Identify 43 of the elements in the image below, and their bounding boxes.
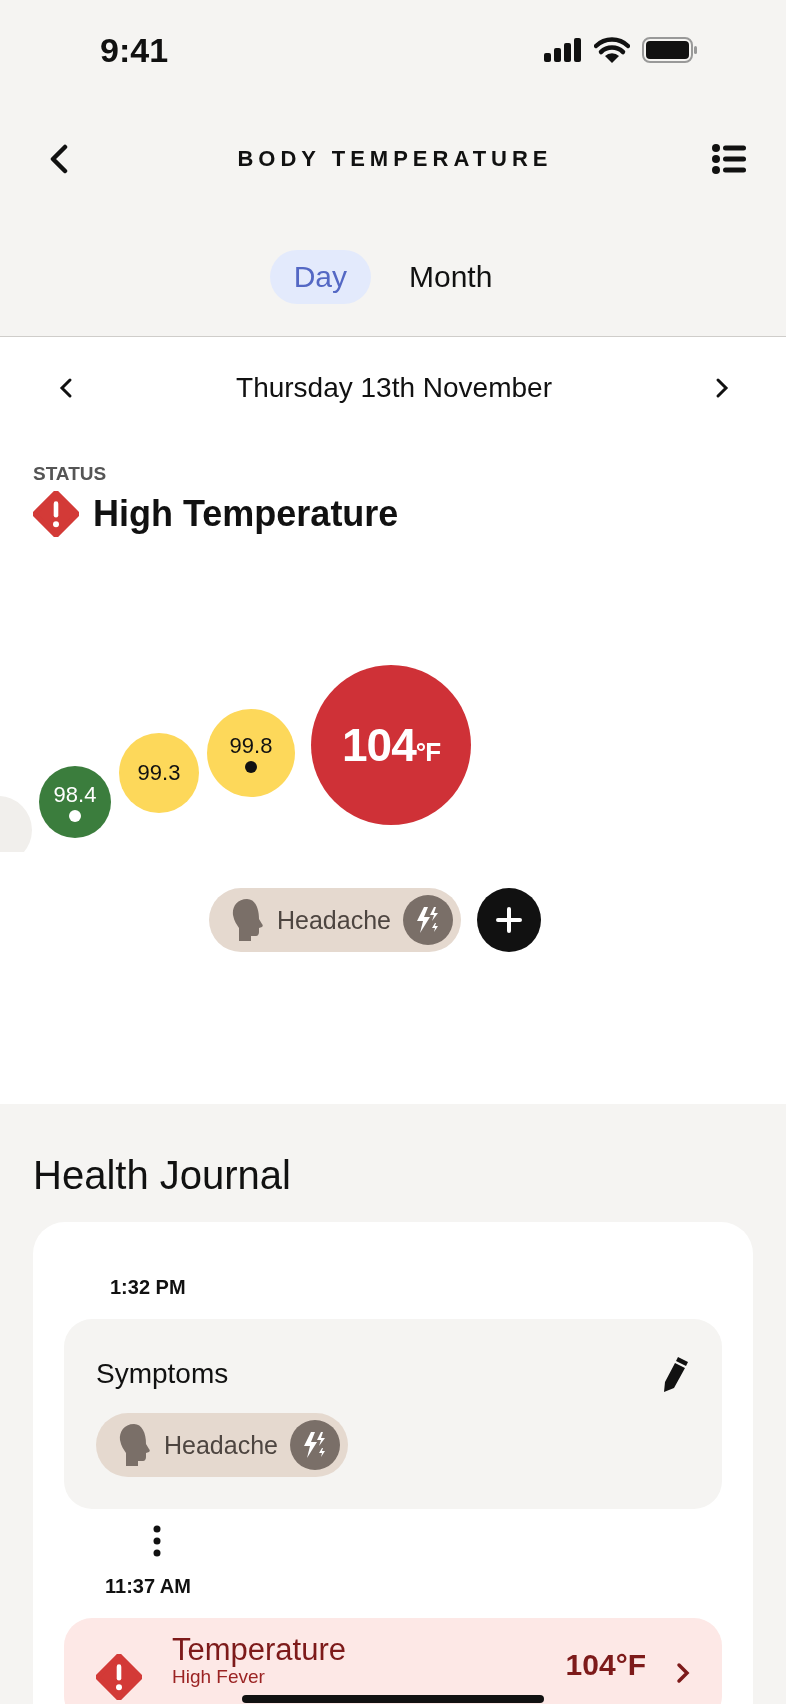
clock-time: 9:41 [100,30,169,70]
entry-time: 1:32 PM [109,1276,187,1299]
reading-bubble[interactable]: 104°F [311,665,471,825]
status-value: High Temperature [93,493,399,535]
reading-value: 98.4 [53,782,97,808]
section-title: Health Journal [33,1153,292,1198]
symptom-chip[interactable]: Headache [96,1413,348,1477]
reading-bubble[interactable]: 99.8 [207,709,295,797]
alert-icon [96,1654,142,1700]
signal-icon [544,38,582,62]
reading-value: 104°F [342,718,440,772]
reading-value: 99.8 [229,733,273,759]
temperature-value: 104°F [565,1648,646,1682]
status-label: STATUS [32,463,108,485]
card-subtitle: High Fever [172,1666,265,1688]
symptoms-card[interactable]: Symptoms Headache [64,1319,722,1509]
head-icon [118,1423,152,1467]
reading-bubble[interactable]: 99.3 [119,733,199,813]
symptom-label: Headache [164,1430,278,1460]
symptom-chip[interactable]: Headache [209,888,461,952]
wifi-icon [594,37,630,63]
chevron-right-icon [676,1662,690,1684]
head-icon [231,898,265,942]
chevron-left-icon [58,377,74,399]
card-title: Symptoms [96,1358,229,1390]
battery-icon [642,37,698,63]
lightning-icon [403,895,453,945]
reading-bubble[interactable]: 98.4 [39,766,111,838]
symptom-label: Headache [277,905,391,935]
screen-title: BODY TEMPERATURE [237,145,553,172]
alert-icon [33,491,79,537]
more-vertical-icon [152,1525,162,1557]
period-tab[interactable]: Day [269,249,371,304]
card-title: Temperature [172,1634,348,1666]
date-label: Thursday 13th November [236,372,552,404]
plus-icon [495,906,523,934]
chevron-right-icon [714,377,730,399]
entry-time: 11:37 AM [104,1575,192,1598]
temperature-card[interactable]: Temperature High Fever 104°F [64,1618,722,1704]
reading-value: 99.3 [137,760,181,786]
period-tab[interactable]: Month [385,249,517,304]
menu-icon[interactable] [712,143,746,174]
lightning-icon [290,1420,340,1470]
